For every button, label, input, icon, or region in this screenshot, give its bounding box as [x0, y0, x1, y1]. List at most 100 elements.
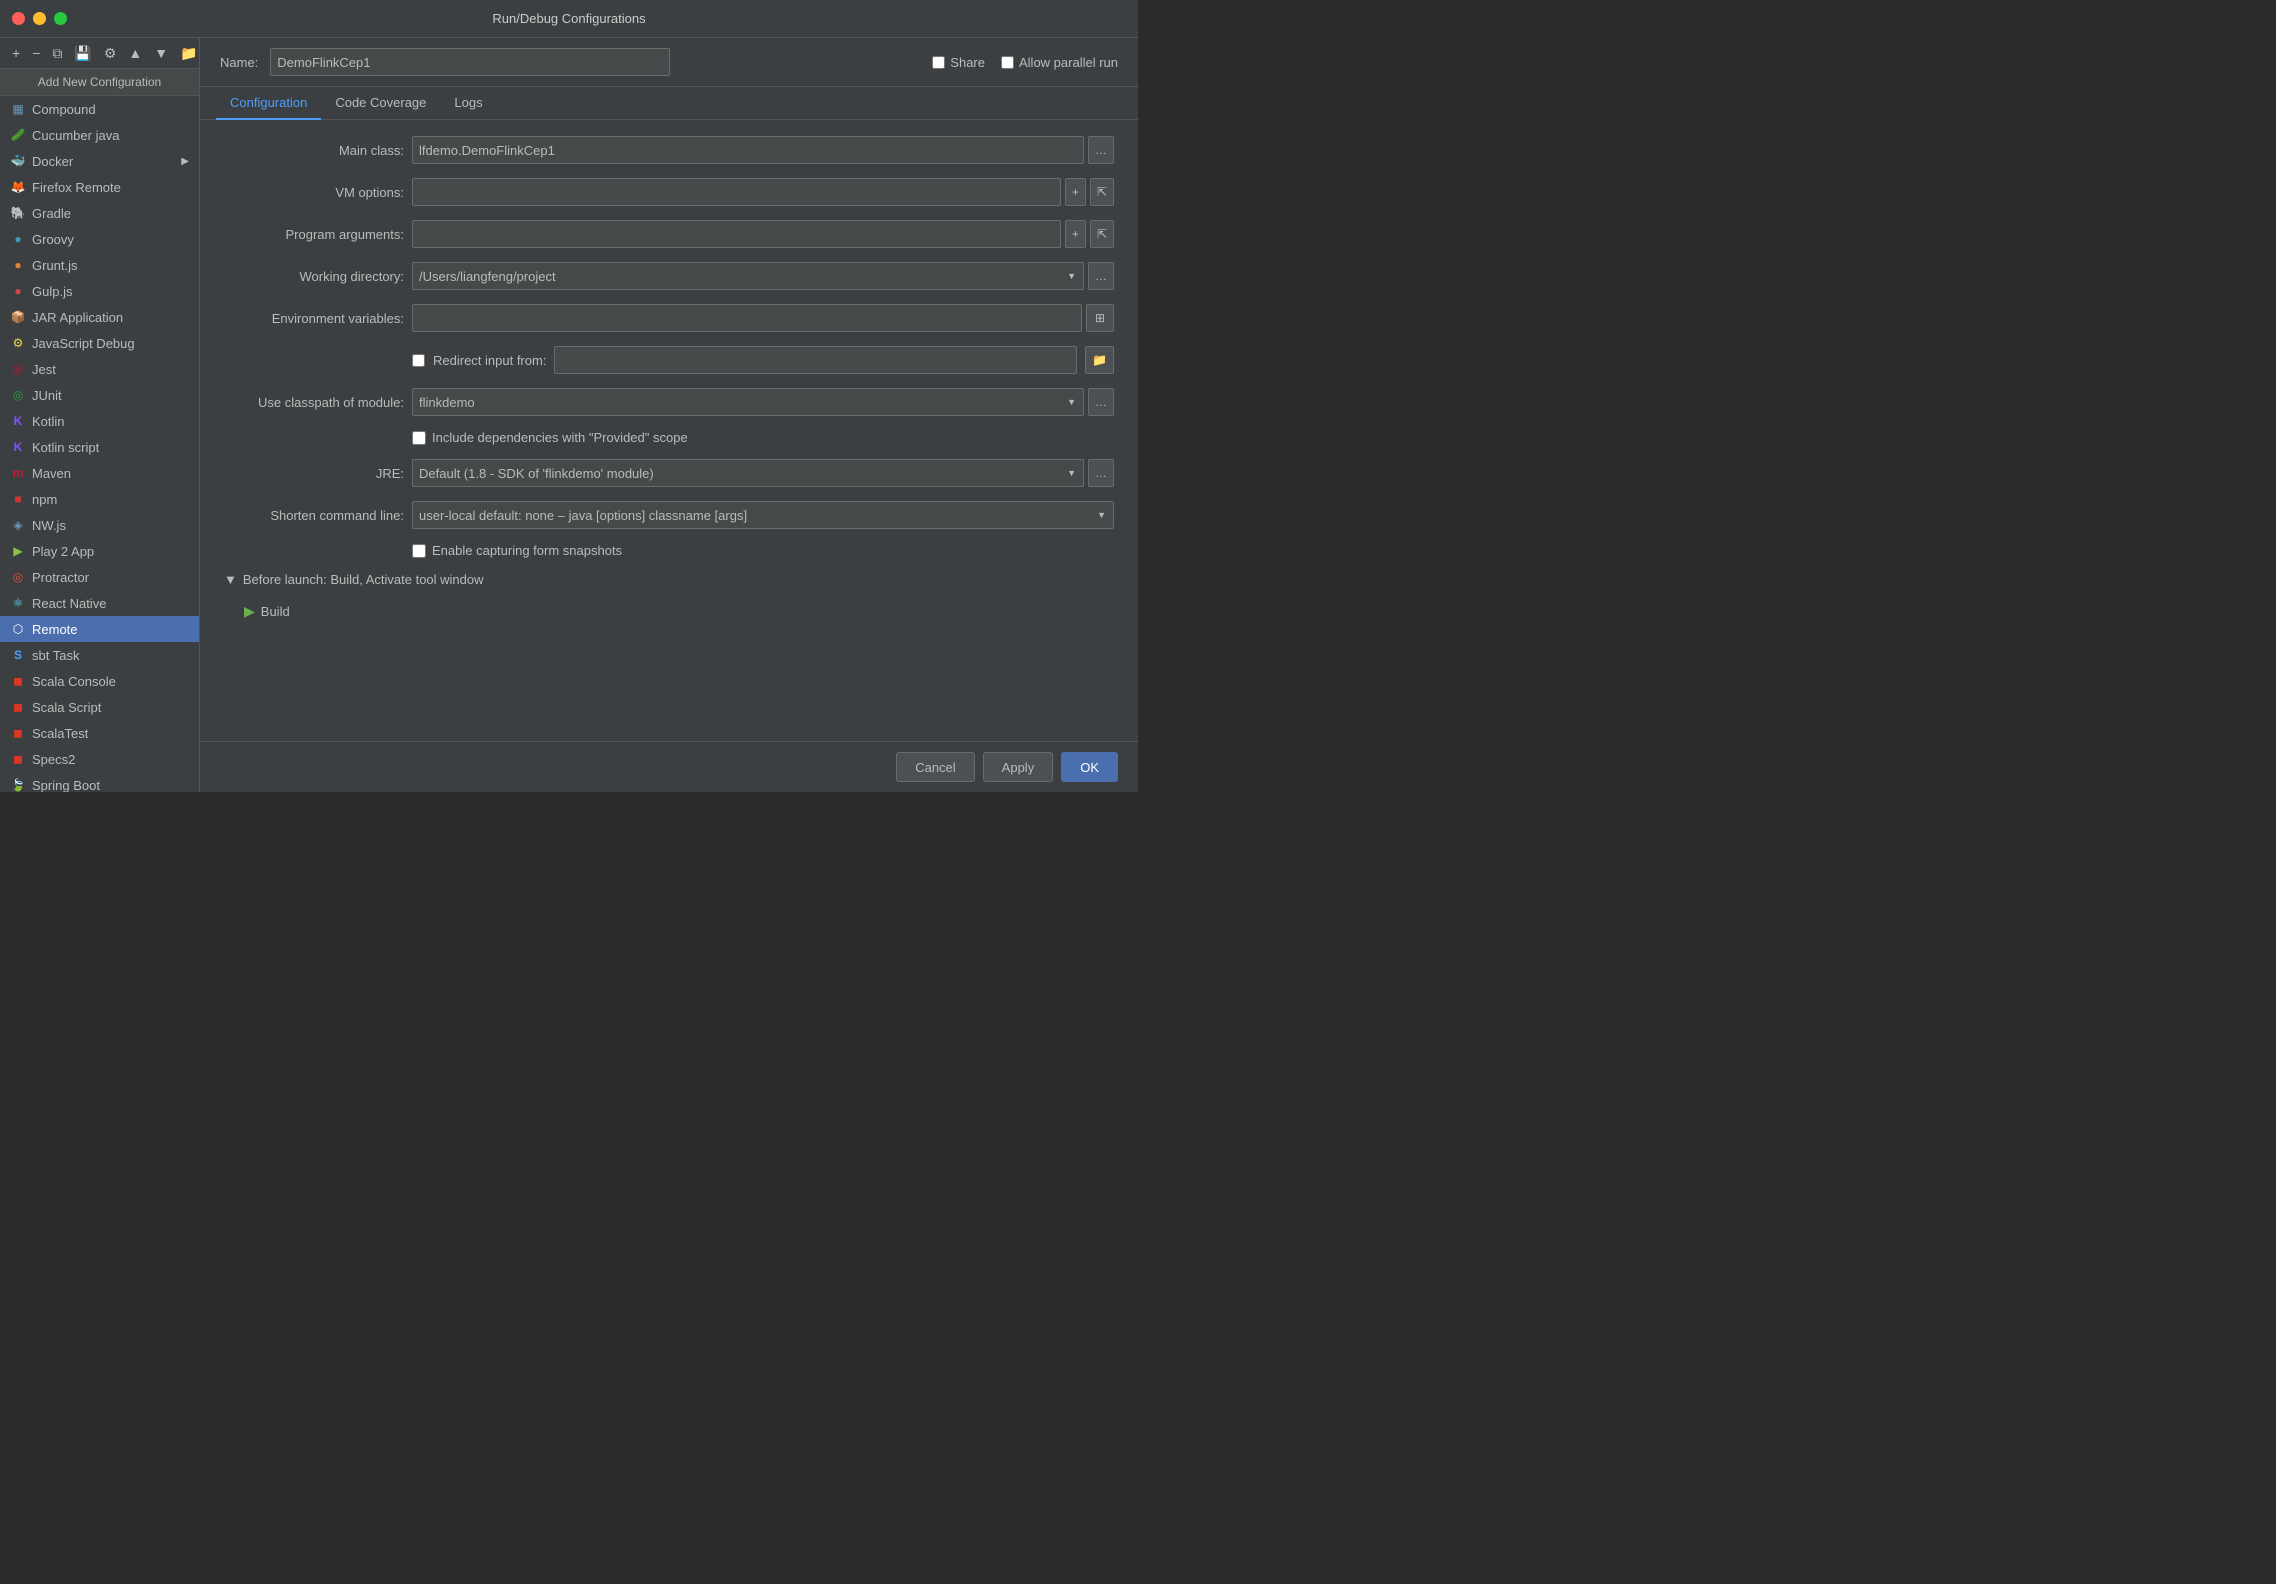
- remove-config-btn[interactable]: −: [28, 44, 44, 62]
- config-name-input[interactable]: [270, 48, 670, 76]
- sidebar-item-react[interactable]: ⚛ React Native: [0, 590, 199, 616]
- cucumber-icon: 🥒: [10, 127, 26, 143]
- sidebar-item-label: Firefox Remote: [32, 180, 121, 195]
- redirect-input[interactable]: [554, 346, 1077, 374]
- sidebar-item-label: React Native: [32, 596, 106, 611]
- sidebar-item-firefox[interactable]: 🦊 Firefox Remote: [0, 174, 199, 200]
- shorten-select[interactable]: user-local default: none – java [options…: [412, 501, 1114, 529]
- program-args-input[interactable]: [412, 220, 1061, 248]
- sidebar-item-label: Grunt.js: [32, 258, 78, 273]
- main-class-browse-btn[interactable]: …: [1088, 136, 1114, 164]
- build-icon: ▶: [244, 603, 255, 620]
- sidebar-item-kotlin[interactable]: K Kotlin: [0, 408, 199, 434]
- args-browse-btn[interactable]: ⇱: [1090, 220, 1114, 248]
- working-dir-browse-btn[interactable]: …: [1088, 262, 1114, 290]
- sidebar-item-remote[interactable]: ⬡ Remote: [0, 616, 199, 642]
- settings-btn[interactable]: ⚙: [100, 44, 121, 62]
- include-deps-label[interactable]: Include dependencies with "Provided" sco…: [412, 430, 688, 445]
- sidebar-item-cucumber[interactable]: 🥒 Cucumber java: [0, 122, 199, 148]
- sidebar-item-protractor[interactable]: ◎ Protractor: [0, 564, 199, 590]
- gradle-icon: 🐘: [10, 205, 26, 221]
- minimize-button[interactable]: [33, 12, 46, 25]
- parallel-checkbox-label[interactable]: Allow parallel run: [1001, 55, 1118, 70]
- move-down-btn[interactable]: ▼: [150, 44, 172, 62]
- sidebar-item-label: Cucumber java: [32, 128, 119, 143]
- env-vars-edit-btn[interactable]: ⊞: [1086, 304, 1114, 332]
- tab-codecoverage[interactable]: Code Coverage: [321, 87, 440, 120]
- maven-icon: m: [10, 465, 26, 481]
- add-new-section[interactable]: Add New Configuration: [0, 69, 199, 96]
- close-button[interactable]: [12, 12, 25, 25]
- maximize-button[interactable]: [54, 12, 67, 25]
- working-dir-input[interactable]: [412, 262, 1084, 290]
- parallel-checkbox[interactable]: [1001, 56, 1014, 69]
- tab-logs[interactable]: Logs: [440, 87, 496, 120]
- main-container: + − ⧉ 💾 ⚙ ▲ ▼ 📁 ⇅ Add New Configuration …: [0, 38, 1138, 792]
- move-up-btn[interactable]: ▲: [124, 44, 146, 62]
- jre-select[interactable]: Default (1.8 - SDK of 'flinkdemo' module…: [412, 459, 1084, 487]
- redirect-field-group: Redirect input from: 📁: [412, 346, 1114, 374]
- working-dir-field-group: …: [412, 262, 1114, 290]
- working-dir-label: Working directory:: [224, 269, 404, 284]
- sidebar-item-npm[interactable]: ■ npm: [0, 486, 199, 512]
- folder-btn[interactable]: 📁: [176, 44, 200, 62]
- sidebar-item-scalascript[interactable]: ◼ Scala Script: [0, 694, 199, 720]
- ok-button[interactable]: OK: [1061, 752, 1118, 782]
- copy-config-btn[interactable]: ⧉: [48, 44, 66, 62]
- classpath-browse-btn[interactable]: …: [1088, 388, 1114, 416]
- sidebar-item-label: Spring Boot: [32, 778, 100, 793]
- apply-button[interactable]: Apply: [983, 752, 1054, 782]
- redirect-label: Redirect input from:: [433, 353, 546, 368]
- jre-browse-btn[interactable]: …: [1088, 459, 1114, 487]
- sidebar-item-jest[interactable]: ◎ Jest: [0, 356, 199, 382]
- sidebar-item-maven[interactable]: m Maven: [0, 460, 199, 486]
- sidebar-item-play2[interactable]: ▶ Play 2 App: [0, 538, 199, 564]
- sidebar-toolbar: + − ⧉ 💾 ⚙ ▲ ▼ 📁 ⇅: [0, 38, 199, 69]
- redirect-row: Redirect input from: 📁: [224, 346, 1114, 374]
- jsdebug-icon: ⚙: [10, 335, 26, 351]
- vm-options-input[interactable]: [412, 178, 1061, 206]
- vm-expand-btn[interactable]: +: [1065, 178, 1086, 206]
- redirect-browse-btn[interactable]: 📁: [1085, 346, 1114, 374]
- sidebar-item-springboot[interactable]: 🍃 Spring Boot: [0, 772, 199, 792]
- before-launch-toggle[interactable]: ▼: [224, 572, 237, 587]
- dialog-title: Run/Debug Configurations: [492, 11, 645, 26]
- vm-browse-btn[interactable]: ⇱: [1090, 178, 1114, 206]
- sidebar-item-junit[interactable]: ◎ JUnit: [0, 382, 199, 408]
- classpath-select[interactable]: flinkdemo: [412, 388, 1084, 416]
- main-class-input[interactable]: [412, 136, 1084, 164]
- sidebar-item-label: Groovy: [32, 232, 74, 247]
- sidebar-item-scalatest[interactable]: ◼ ScalaTest: [0, 720, 199, 746]
- redirect-checkbox[interactable]: [412, 354, 425, 367]
- share-checkbox[interactable]: [932, 56, 945, 69]
- sidebar-item-grunt[interactable]: ● Grunt.js: [0, 252, 199, 278]
- sidebar-item-compound[interactable]: ▦ Compound: [0, 96, 199, 122]
- tab-configuration[interactable]: Configuration: [216, 87, 321, 120]
- include-deps-checkbox[interactable]: [412, 431, 426, 445]
- sidebar-item-jar[interactable]: 📦 JAR Application: [0, 304, 199, 330]
- sidebar-item-gulp[interactable]: ● Gulp.js: [0, 278, 199, 304]
- sidebar-item-nw[interactable]: ◈ NW.js: [0, 512, 199, 538]
- compound-icon: ▦: [10, 101, 26, 117]
- sidebar-item-scalaconsole[interactable]: ◼ Scala Console: [0, 668, 199, 694]
- sidebar-item-label: Docker: [32, 154, 73, 169]
- sidebar-item-sbt[interactable]: S sbt Task: [0, 642, 199, 668]
- cancel-button[interactable]: Cancel: [896, 752, 974, 782]
- sidebar-item-docker[interactable]: 🐳 Docker ▶: [0, 148, 199, 174]
- sidebar-item-groovy[interactable]: ● Groovy: [0, 226, 199, 252]
- env-vars-input[interactable]: [412, 304, 1082, 332]
- snapshots-checkbox[interactable]: [412, 544, 426, 558]
- snapshots-label[interactable]: Enable capturing form snapshots: [412, 543, 622, 558]
- sidebar-item-gradle[interactable]: 🐘 Gradle: [0, 200, 199, 226]
- config-options: Share Allow parallel run: [932, 55, 1118, 70]
- sidebar-item-kotlinscript[interactable]: K Kotlin script: [0, 434, 199, 460]
- env-vars-label: Environment variables:: [224, 311, 404, 326]
- program-args-field-group: + ⇱: [412, 220, 1114, 248]
- share-checkbox-label[interactable]: Share: [932, 55, 985, 70]
- args-expand-btn[interactable]: +: [1065, 220, 1086, 248]
- add-config-btn[interactable]: +: [8, 44, 24, 62]
- save-config-btn[interactable]: 💾: [70, 44, 95, 62]
- sidebar-item-jsdebug[interactable]: ⚙ JavaScript Debug: [0, 330, 199, 356]
- sidebar-item-specs2[interactable]: ◼ Specs2: [0, 746, 199, 772]
- main-class-label: Main class:: [224, 143, 404, 158]
